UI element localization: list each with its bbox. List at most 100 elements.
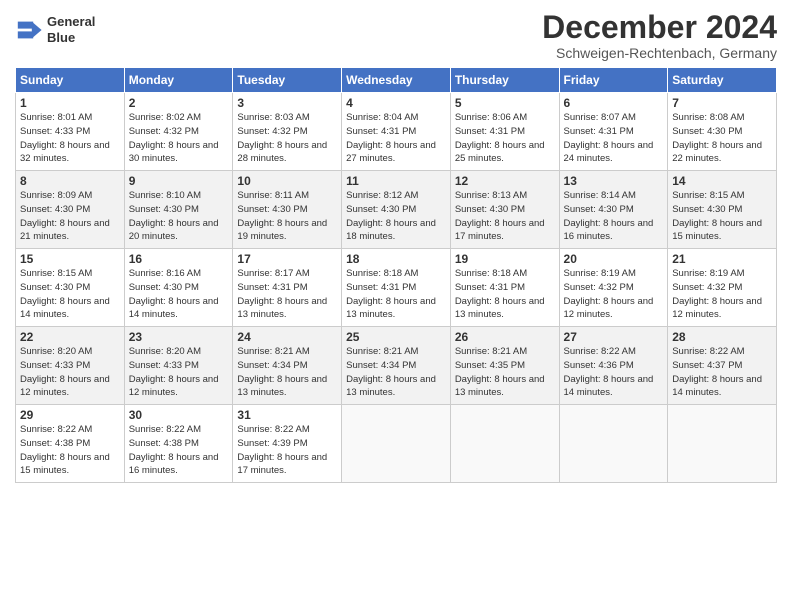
day-number: 18	[346, 252, 446, 266]
daylight-label: Daylight: 8 hours and 32 minutes.	[20, 140, 110, 165]
day-info: Sunrise: 8:06 AM Sunset: 4:31 PM Dayligh…	[455, 111, 555, 166]
calendar-day-cell: 1 Sunrise: 8:01 AM Sunset: 4:33 PM Dayli…	[16, 93, 125, 171]
day-info: Sunrise: 8:12 AM Sunset: 4:30 PM Dayligh…	[346, 189, 446, 244]
sunrise-label: Sunrise: 8:22 AM	[672, 346, 744, 357]
day-of-week-header: Thursday	[450, 68, 559, 93]
sunset-label: Sunset: 4:37 PM	[672, 360, 742, 371]
day-info: Sunrise: 8:22 AM Sunset: 4:38 PM Dayligh…	[20, 423, 120, 478]
day-info: Sunrise: 8:14 AM Sunset: 4:30 PM Dayligh…	[564, 189, 664, 244]
sunrise-label: Sunrise: 8:22 AM	[237, 424, 309, 435]
daylight-label: Daylight: 8 hours and 12 minutes.	[564, 296, 654, 321]
calendar-day-cell	[450, 405, 559, 483]
day-number: 25	[346, 330, 446, 344]
sunrise-label: Sunrise: 8:13 AM	[455, 190, 527, 201]
daylight-label: Daylight: 8 hours and 15 minutes.	[672, 218, 762, 243]
sunrise-label: Sunrise: 8:09 AM	[20, 190, 92, 201]
month-title: December 2024	[542, 10, 777, 45]
sunrise-label: Sunrise: 8:08 AM	[672, 112, 744, 123]
day-number: 16	[129, 252, 229, 266]
main-container: General Blue December 2024 Schweigen-Rec…	[0, 0, 792, 493]
sunset-label: Sunset: 4:35 PM	[455, 360, 525, 371]
sunrise-label: Sunrise: 8:11 AM	[237, 190, 309, 201]
sunrise-label: Sunrise: 8:22 AM	[564, 346, 636, 357]
day-info: Sunrise: 8:03 AM Sunset: 4:32 PM Dayligh…	[237, 111, 337, 166]
sunset-label: Sunset: 4:30 PM	[564, 204, 634, 215]
daylight-label: Daylight: 8 hours and 13 minutes.	[237, 374, 327, 399]
day-of-week-header: Friday	[559, 68, 668, 93]
sunrise-label: Sunrise: 8:02 AM	[129, 112, 201, 123]
sunrise-label: Sunrise: 8:01 AM	[20, 112, 92, 123]
logo-icon	[15, 16, 43, 44]
sunrise-label: Sunrise: 8:12 AM	[346, 190, 418, 201]
calendar-day-cell: 18 Sunrise: 8:18 AM Sunset: 4:31 PM Dayl…	[342, 249, 451, 327]
sunrise-label: Sunrise: 8:18 AM	[346, 268, 418, 279]
day-info: Sunrise: 8:22 AM Sunset: 4:38 PM Dayligh…	[129, 423, 229, 478]
daylight-label: Daylight: 8 hours and 13 minutes.	[455, 374, 545, 399]
sunset-label: Sunset: 4:30 PM	[455, 204, 525, 215]
sunrise-label: Sunrise: 8:16 AM	[129, 268, 201, 279]
calendar-day-cell: 16 Sunrise: 8:16 AM Sunset: 4:30 PM Dayl…	[124, 249, 233, 327]
calendar-day-cell: 23 Sunrise: 8:20 AM Sunset: 4:33 PM Dayl…	[124, 327, 233, 405]
day-number: 21	[672, 252, 772, 266]
day-info: Sunrise: 8:01 AM Sunset: 4:33 PM Dayligh…	[20, 111, 120, 166]
calendar-day-cell: 5 Sunrise: 8:06 AM Sunset: 4:31 PM Dayli…	[450, 93, 559, 171]
calendar-header-row: SundayMondayTuesdayWednesdayThursdayFrid…	[16, 68, 777, 93]
day-of-week-header: Tuesday	[233, 68, 342, 93]
calendar-day-cell: 4 Sunrise: 8:04 AM Sunset: 4:31 PM Dayli…	[342, 93, 451, 171]
sunset-label: Sunset: 4:31 PM	[346, 282, 416, 293]
calendar-day-cell: 31 Sunrise: 8:22 AM Sunset: 4:39 PM Dayl…	[233, 405, 342, 483]
sunset-label: Sunset: 4:36 PM	[564, 360, 634, 371]
day-number: 15	[20, 252, 120, 266]
day-info: Sunrise: 8:22 AM Sunset: 4:36 PM Dayligh…	[564, 345, 664, 400]
day-number: 12	[455, 174, 555, 188]
day-info: Sunrise: 8:04 AM Sunset: 4:31 PM Dayligh…	[346, 111, 446, 166]
sunset-label: Sunset: 4:30 PM	[129, 204, 199, 215]
sunrise-label: Sunrise: 8:15 AM	[672, 190, 744, 201]
calendar-day-cell: 17 Sunrise: 8:17 AM Sunset: 4:31 PM Dayl…	[233, 249, 342, 327]
sunset-label: Sunset: 4:33 PM	[129, 360, 199, 371]
calendar-day-cell: 29 Sunrise: 8:22 AM Sunset: 4:38 PM Dayl…	[16, 405, 125, 483]
daylight-label: Daylight: 8 hours and 12 minutes.	[672, 296, 762, 321]
day-info: Sunrise: 8:07 AM Sunset: 4:31 PM Dayligh…	[564, 111, 664, 166]
sunrise-label: Sunrise: 8:04 AM	[346, 112, 418, 123]
daylight-label: Daylight: 8 hours and 13 minutes.	[346, 374, 436, 399]
day-info: Sunrise: 8:22 AM Sunset: 4:39 PM Dayligh…	[237, 423, 337, 478]
sunset-label: Sunset: 4:31 PM	[455, 282, 525, 293]
daylight-label: Daylight: 8 hours and 22 minutes.	[672, 140, 762, 165]
day-number: 9	[129, 174, 229, 188]
calendar-day-cell: 27 Sunrise: 8:22 AM Sunset: 4:36 PM Dayl…	[559, 327, 668, 405]
day-number: 8	[20, 174, 120, 188]
day-number: 4	[346, 96, 446, 110]
calendar-day-cell: 26 Sunrise: 8:21 AM Sunset: 4:35 PM Dayl…	[450, 327, 559, 405]
calendar-day-cell: 24 Sunrise: 8:21 AM Sunset: 4:34 PM Dayl…	[233, 327, 342, 405]
day-info: Sunrise: 8:22 AM Sunset: 4:37 PM Dayligh…	[672, 345, 772, 400]
day-info: Sunrise: 8:21 AM Sunset: 4:34 PM Dayligh…	[237, 345, 337, 400]
daylight-label: Daylight: 8 hours and 17 minutes.	[455, 218, 545, 243]
daylight-label: Daylight: 8 hours and 14 minutes.	[129, 296, 219, 321]
sunrise-label: Sunrise: 8:14 AM	[564, 190, 636, 201]
day-of-week-header: Sunday	[16, 68, 125, 93]
sunset-label: Sunset: 4:30 PM	[672, 126, 742, 137]
day-info: Sunrise: 8:17 AM Sunset: 4:31 PM Dayligh…	[237, 267, 337, 322]
calendar-day-cell: 6 Sunrise: 8:07 AM Sunset: 4:31 PM Dayli…	[559, 93, 668, 171]
day-number: 7	[672, 96, 772, 110]
sunset-label: Sunset: 4:39 PM	[237, 438, 307, 449]
calendar-day-cell: 12 Sunrise: 8:13 AM Sunset: 4:30 PM Dayl…	[450, 171, 559, 249]
day-info: Sunrise: 8:18 AM Sunset: 4:31 PM Dayligh…	[455, 267, 555, 322]
sunset-label: Sunset: 4:32 PM	[672, 282, 742, 293]
calendar-day-cell: 20 Sunrise: 8:19 AM Sunset: 4:32 PM Dayl…	[559, 249, 668, 327]
calendar-day-cell: 7 Sunrise: 8:08 AM Sunset: 4:30 PM Dayli…	[668, 93, 777, 171]
sunrise-label: Sunrise: 8:20 AM	[20, 346, 92, 357]
daylight-label: Daylight: 8 hours and 18 minutes.	[346, 218, 436, 243]
sunrise-label: Sunrise: 8:03 AM	[237, 112, 309, 123]
sunset-label: Sunset: 4:31 PM	[455, 126, 525, 137]
day-number: 28	[672, 330, 772, 344]
sunset-label: Sunset: 4:33 PM	[20, 126, 90, 137]
day-number: 10	[237, 174, 337, 188]
daylight-label: Daylight: 8 hours and 13 minutes.	[455, 296, 545, 321]
day-number: 17	[237, 252, 337, 266]
day-number: 29	[20, 408, 120, 422]
day-number: 20	[564, 252, 664, 266]
sunrise-label: Sunrise: 8:21 AM	[237, 346, 309, 357]
sunrise-label: Sunrise: 8:15 AM	[20, 268, 92, 279]
